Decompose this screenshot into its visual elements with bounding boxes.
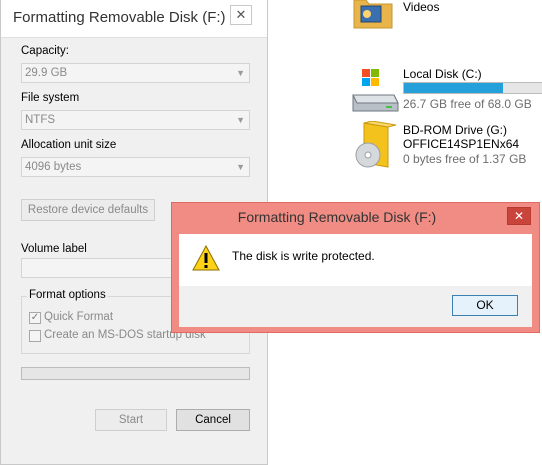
quick-format-label: Quick Format	[44, 311, 114, 323]
filesystem-value: NTFS	[25, 114, 56, 126]
videos-folder-icon	[353, 0, 393, 29]
ok-button[interactable]: OK	[452, 295, 518, 316]
msdos-startup-checkbox[interactable]	[29, 330, 41, 342]
chevron-down-icon: ▼	[236, 115, 245, 125]
format-dialog-titlebar[interactable]: Formatting Removable Disk (F:) ✕	[1, 0, 267, 38]
drive-g-name: BD-ROM Drive (G:)	[403, 123, 507, 137]
drive-g-volume-label: OFFICE14SP1ENx64	[403, 137, 520, 151]
capacity-label: Capacity:	[21, 45, 69, 57]
allocation-label: Allocation unit size	[21, 139, 117, 151]
videos-label: Videos	[403, 0, 440, 14]
start-button[interactable]: Start	[95, 409, 167, 431]
filesystem-label: File system	[21, 92, 80, 104]
capacity-select[interactable]: 29.9 GB ▼	[21, 63, 250, 83]
disc-drive-icon	[355, 121, 397, 168]
quick-format-checkbox[interactable]: ✓	[29, 312, 41, 324]
error-dialog-close-button[interactable]: ✕	[507, 207, 531, 225]
allocation-value: 4096 bytes	[25, 161, 82, 173]
drive-c-usage-fill	[404, 83, 503, 93]
chevron-down-icon: ▼	[236, 68, 245, 78]
drive-c-name: Local Disk (C:)	[403, 67, 482, 81]
drive-c-usage-bar	[403, 82, 542, 94]
restore-defaults-button[interactable]: Restore device defaults	[21, 199, 155, 221]
error-dialog-title: Formatting Removable Disk (F:)	[237, 209, 437, 225]
warning-icon	[192, 244, 220, 271]
chevron-down-icon: ▼	[236, 162, 245, 172]
hard-drive-icon	[352, 69, 399, 112]
capacity-value: 29.9 GB	[25, 67, 68, 79]
error-message: The disk is write protected.	[232, 249, 375, 263]
format-dialog-title: Formatting Removable Disk (F:)	[13, 9, 226, 26]
allocation-select[interactable]: 4096 bytes ▼	[21, 157, 250, 177]
format-options-label: Format options	[27, 289, 108, 301]
format-dialog-close-button[interactable]: ✕	[230, 5, 252, 25]
error-dialog: Formatting Removable Disk (F:) ✕ The dis…	[171, 202, 540, 333]
volume-label-label: Volume label	[21, 243, 87, 255]
format-progress-bar	[21, 367, 250, 380]
error-dialog-body: The disk is write protected.	[179, 234, 532, 286]
cancel-button[interactable]: Cancel	[176, 409, 250, 431]
error-dialog-footer: OK	[179, 286, 532, 327]
drive-g-free-space: 0 bytes free of 1.37 GB	[403, 152, 527, 166]
filesystem-select[interactable]: NTFS ▼	[21, 110, 250, 130]
drive-c-free-space: 26.7 GB free of 68.0 GB	[403, 97, 532, 111]
